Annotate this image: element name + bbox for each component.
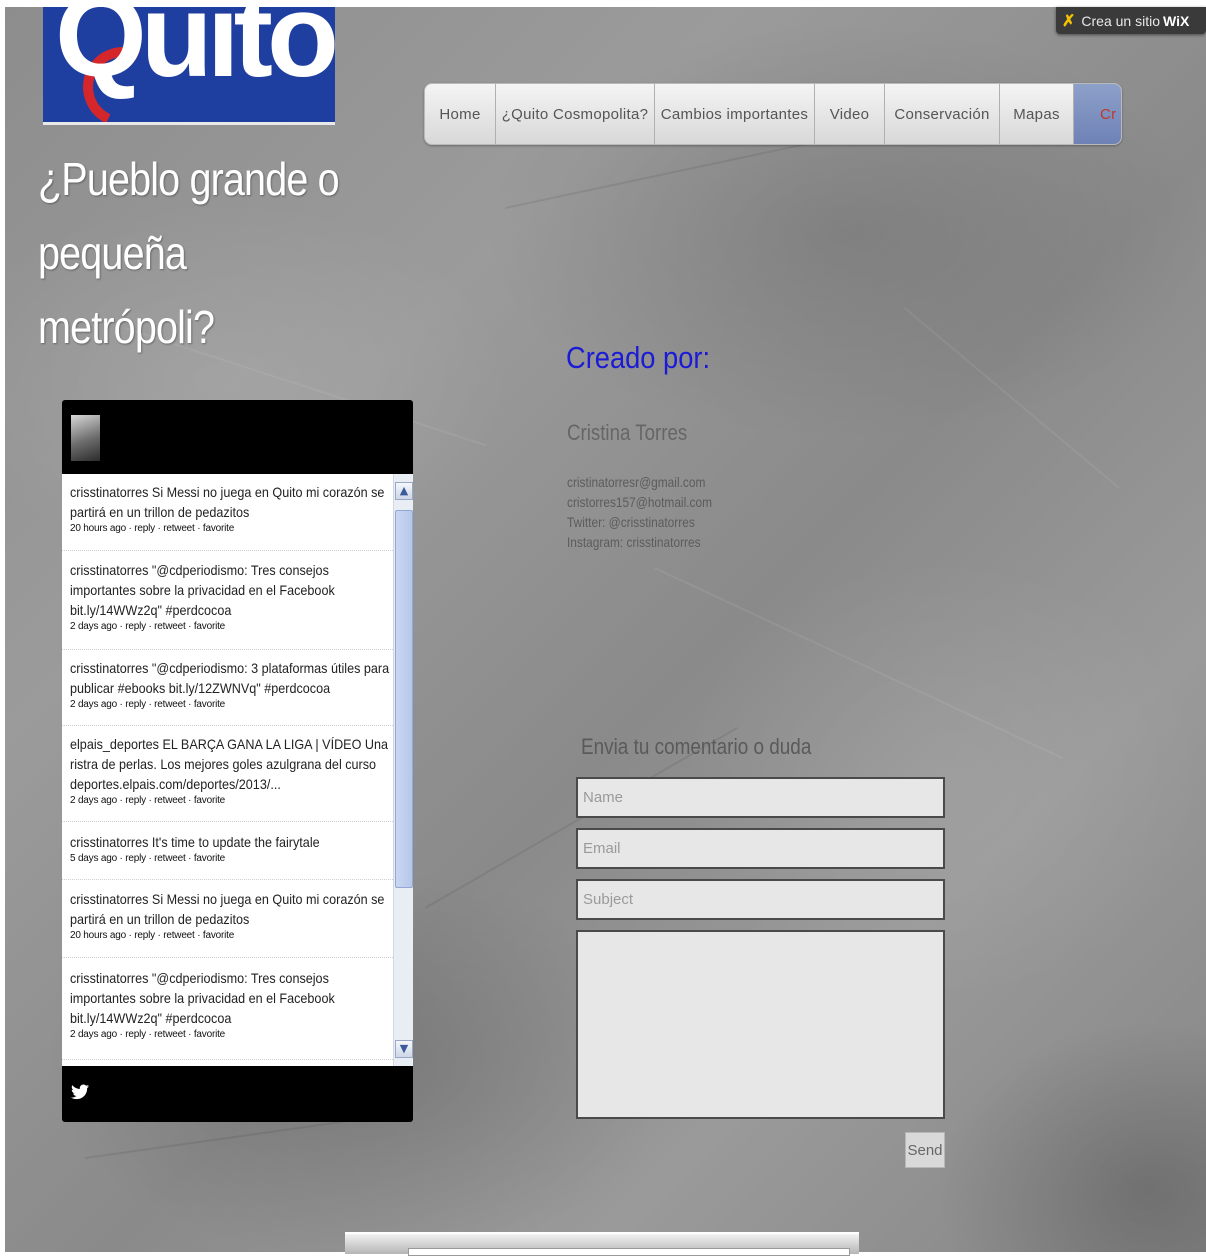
- nav-item-video[interactable]: Video: [815, 84, 885, 144]
- tweet-item: crisstinatorres Si Messi no juega en Qui…: [62, 482, 393, 551]
- message-field[interactable]: [576, 930, 945, 1119]
- wix-badge-text: Crea un sitio: [1081, 12, 1160, 29]
- background-texture: [654, 567, 1063, 759]
- tweet-meta[interactable]: 20 hours ago · reply · retweet · favorit…: [70, 523, 385, 534]
- tweet-meta[interactable]: 2 days ago · reply · retweet · favorite: [70, 1029, 385, 1040]
- contact-instagram: Instagram: crisstinatorres: [567, 534, 701, 550]
- tweet-item: crisstinatorres It's time to update the …: [62, 832, 393, 880]
- email-field[interactable]: [576, 828, 945, 869]
- scroll-thumb[interactable]: [395, 510, 413, 888]
- tweet-item: crisstinatorres Si Messi no juega en Qui…: [62, 889, 393, 958]
- wix-badge[interactable]: ✗ Crea un sitio WiX: [1056, 7, 1206, 34]
- contact-twitter: Twitter: @crisstinatorres: [567, 514, 695, 530]
- nav-item-home[interactable]: Home: [425, 84, 496, 144]
- main-nav: Home ¿Quito Cosmopolita? Cambios importa…: [424, 83, 1122, 145]
- twitter-widget: crisstinatorres Si Messi no juega en Qui…: [62, 400, 413, 1122]
- tweet-user[interactable]: crisstinatorres: [70, 562, 148, 578]
- profile-avatar[interactable]: [71, 415, 100, 461]
- contact-list: cristinatorresr@gmail.com cristorres157@…: [567, 472, 712, 552]
- tweet-meta[interactable]: 20 hours ago · reply · retweet · favorit…: [70, 930, 385, 941]
- site-title: ¿Pueblo grande o pequeña metrópoli?: [38, 153, 340, 353]
- twitter-bird-icon[interactable]: [71, 1084, 89, 1100]
- tweet-meta[interactable]: 2 days ago · reply · retweet · favorite: [70, 621, 385, 632]
- created-by-heading: Creado por:: [566, 340, 711, 375]
- quito-logo[interactable]: Quito: [43, 7, 335, 125]
- tweet-meta[interactable]: 2 days ago · reply · retweet · favorite: [70, 795, 385, 806]
- tweet-user[interactable]: crisstinatorres: [70, 660, 148, 676]
- tweet-user[interactable]: crisstinatorres: [70, 484, 148, 500]
- tweet-user[interactable]: crisstinatorres: [70, 970, 148, 986]
- tweet-user[interactable]: elpais_deportes: [70, 736, 159, 752]
- tweet-text: It's time to update the fairytale: [151, 834, 320, 850]
- creator-name: Cristina Torres: [567, 420, 688, 445]
- tweet-item: crisstinatorres "@cdperiodismo: Tres con…: [62, 560, 393, 650]
- contact-email-hotmail: cristorres157@hotmail.com: [567, 494, 713, 510]
- nav-item-cambios-importantes[interactable]: Cambios importantes: [655, 84, 815, 144]
- tweet-user[interactable]: crisstinatorres: [70, 891, 148, 907]
- contact-email-gmail: cristinatorresr@gmail.com: [567, 474, 706, 490]
- logo-text: Quito: [55, 7, 335, 102]
- tweet-item: elpais_deportes EL BARÇA GANA LA LIGA | …: [62, 734, 393, 822]
- scroll-up-icon[interactable]: ▲: [395, 482, 413, 500]
- send-button[interactable]: Send: [905, 1132, 945, 1168]
- tweet-list: crisstinatorres Si Messi no juega en Qui…: [62, 474, 413, 1066]
- scroll-down-icon[interactable]: ▼: [395, 1040, 413, 1058]
- tweet-meta[interactable]: 2 days ago · reply · retweet · favorite: [70, 699, 385, 710]
- subject-field[interactable]: [576, 879, 945, 920]
- contact-form-title: Envia tu comentario o duda: [581, 734, 812, 759]
- tweet-item: crisstinatorres "@cdperiodismo: 3 plataf…: [62, 658, 393, 726]
- nav-item-creditos[interactable]: Cr: [1074, 84, 1121, 144]
- bottom-bar-inner: [408, 1248, 850, 1256]
- tweet-user[interactable]: crisstinatorres: [70, 834, 148, 850]
- name-field[interactable]: [576, 777, 945, 818]
- nav-item-quito-cosmopolita[interactable]: ¿Quito Cosmopolita?: [496, 84, 655, 144]
- tweet-meta[interactable]: 5 days ago · reply · retweet · favorite: [70, 853, 385, 864]
- bottom-bar: [345, 1232, 859, 1256]
- nav-item-mapas[interactable]: Mapas: [1000, 84, 1074, 144]
- wix-brand: WiX: [1163, 12, 1190, 29]
- tweet-item: crisstinatorres "@cdperiodismo: Tres con…: [62, 968, 393, 1060]
- tweet-scrollbar[interactable]: ▲ ▼: [393, 474, 413, 1066]
- background-texture: [903, 307, 1120, 489]
- nav-item-conservacion[interactable]: Conservación: [885, 84, 1000, 144]
- wix-x-icon: ✗: [1062, 12, 1076, 30]
